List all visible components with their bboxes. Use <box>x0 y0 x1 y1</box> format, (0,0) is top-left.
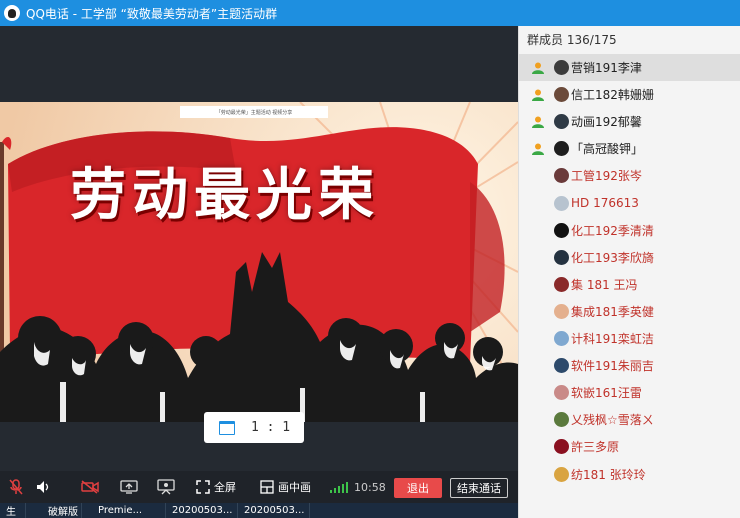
member-row[interactable]: 集成181季英健 <box>519 298 740 325</box>
member-avatar <box>554 222 569 238</box>
member-avatar <box>554 168 569 184</box>
member-avatar <box>554 439 569 455</box>
member-name: 营销191李津 <box>571 61 642 75</box>
member-name: 软嵌161汪雷 <box>571 386 642 401</box>
admin-badge-icon <box>531 115 545 129</box>
member-row[interactable]: 化工192季清清 <box>519 217 740 244</box>
member-name: 集 181 王冯 <box>571 277 638 292</box>
member-avatar <box>554 141 569 157</box>
member-avatar <box>554 276 569 292</box>
member-avatar <box>554 195 569 211</box>
exit-button[interactable]: 退出 <box>394 478 442 498</box>
taskbar-item[interactable]: 破解版 <box>26 503 82 518</box>
admin-badge-icon <box>531 61 545 75</box>
pip-button[interactable]: 画中画 <box>260 471 311 503</box>
member-avatar <box>554 303 569 319</box>
member-avatar <box>554 385 569 401</box>
member-name: 乂残枫☆雪落ㄨ <box>571 413 654 428</box>
call-toolbar: 全屏 画中画 10:58 退出 结束通话 <box>0 471 518 503</box>
member-count-header: 群成员 136/175 <box>527 32 617 47</box>
shared-screen-area[interactable]: 「劳动最光荣」主题活动 视频分享 劳动最光荣 1 : 1 <box>0 26 518 471</box>
member-name: 计科191栾虹洁 <box>571 332 654 346</box>
poster-caption: 「劳动最光荣」主题活动 视频分享 <box>180 106 328 118</box>
signal-bars-icon <box>330 482 348 493</box>
aspect-ratio-label: 1 : 1 <box>251 420 291 435</box>
mic-muted-icon[interactable] <box>6 471 26 503</box>
admin-badge-icon <box>531 88 545 102</box>
member-name: 許三多原 <box>571 440 620 455</box>
member-name: 集成181季英健 <box>571 304 654 319</box>
camera-off-icon[interactable] <box>79 471 101 503</box>
member-name: 软件191朱丽吉 <box>571 359 654 374</box>
member-row[interactable]: 工管192张岑 <box>519 162 740 189</box>
member-name: 化工193李欣旖 <box>571 250 654 265</box>
picture-in-picture-icon <box>260 480 274 494</box>
end-call-button[interactable]: 结束通话 <box>450 478 508 498</box>
member-row[interactable]: 信工182韩姗姗 <box>519 81 740 108</box>
member-row[interactable]: 許三多原 <box>519 433 740 460</box>
member-name: 纺181 张玲玲 <box>571 467 646 482</box>
member-row[interactable]: 动画192郁馨 <box>519 108 740 135</box>
call-duration: 10:58 <box>354 480 386 494</box>
fullscreen-button[interactable]: 全屏 <box>196 471 236 503</box>
member-name: 信工182韩姗姗 <box>571 88 654 103</box>
window-icon <box>219 420 235 435</box>
fullscreen-icon <box>196 480 210 494</box>
member-avatar <box>554 249 569 265</box>
member-row[interactable]: 化工193李欣旖 <box>519 244 740 271</box>
signal-strength: 10:58 <box>330 471 386 503</box>
member-name: 化工192季清清 <box>571 223 654 238</box>
member-avatar <box>554 114 569 130</box>
member-row[interactable]: 「高冠酸钾」 <box>519 135 740 162</box>
window-title: QQ电话 - 工学部 “致敬最美劳动者”主题活动群 <box>26 6 278 21</box>
member-avatar <box>554 87 569 103</box>
speaker-icon[interactable] <box>34 471 54 503</box>
taskbar-item[interactable]: 20200503... <box>238 503 310 518</box>
aspect-ratio-control[interactable]: 1 : 1 <box>204 412 304 443</box>
qq-logo-icon <box>4 5 20 21</box>
admin-badge-icon <box>531 142 545 156</box>
member-row[interactable]: 计科191栾虹洁 <box>519 325 740 352</box>
member-panel: 群成员 136/175 营销191李津 信工182韩姗姗 动画192郁馨 「高冠酸钾」… <box>518 26 740 518</box>
member-name: 工管192张岑 <box>571 169 642 184</box>
qq-call-window: QQ电话 - 工学部 “致敬最美劳动者”主题活动群 「劳动最光荣」主题活动 视频… <box>0 0 740 518</box>
member-avatar <box>554 60 569 75</box>
os-taskbar: 生 破解版 Premie... 20200503... 20200503... <box>0 503 518 518</box>
member-row[interactable]: 纺181 张玲玲 <box>519 461 740 488</box>
poster-headline: 劳动最光荣 <box>70 163 380 228</box>
member-row[interactable]: 乂残枫☆雪落ㄨ <box>519 406 740 433</box>
pip-label: 画中画 <box>278 481 311 494</box>
member-row[interactable]: 集 181 王冯 <box>519 271 740 298</box>
member-row[interactable]: 软件191朱丽吉 <box>519 352 740 379</box>
member-row[interactable]: HD 176613 <box>519 190 740 217</box>
member-name: 「高冠酸钾」 <box>571 142 644 157</box>
member-row[interactable]: 营销191李津 <box>519 54 740 81</box>
fullscreen-label: 全屏 <box>214 481 236 494</box>
shared-poster: 「劳动最光荣」主题活动 视频分享 劳动最光荣 <box>0 102 518 422</box>
member-avatar <box>554 358 569 374</box>
member-name: 动画192郁馨 <box>571 115 642 130</box>
presentation-icon[interactable] <box>155 471 177 503</box>
member-name: HD 176613 <box>571 196 639 210</box>
title-bar[interactable]: QQ电话 - 工学部 “致敬最美劳动者”主题活动群 <box>0 0 740 26</box>
member-avatar <box>554 412 569 428</box>
taskbar-item[interactable]: 生 <box>0 503 26 518</box>
taskbar-item[interactable]: 20200503... <box>166 503 238 518</box>
member-avatar <box>554 466 569 482</box>
screen-share-icon[interactable] <box>118 471 140 503</box>
member-avatar <box>554 331 569 346</box>
taskbar-item[interactable]: Premie... <box>82 503 166 518</box>
member-row[interactable]: 软嵌161汪雷 <box>519 379 740 406</box>
